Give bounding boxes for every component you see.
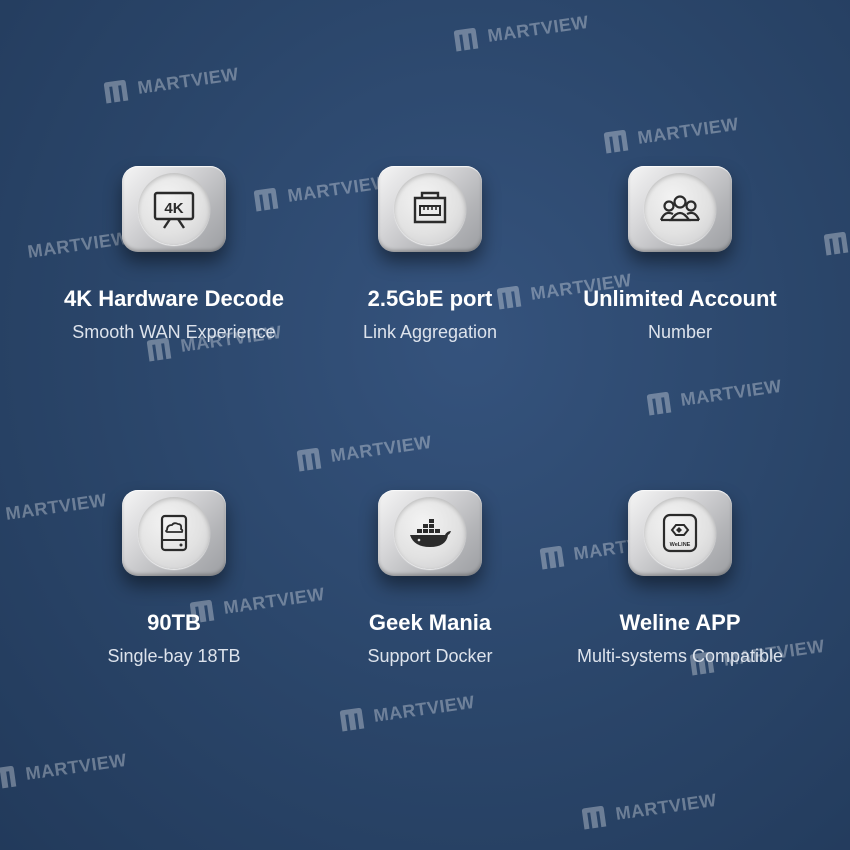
watermark-text: MARTVIEW: [329, 431, 433, 466]
key-face: [394, 173, 466, 245]
martview-logo-icon: [103, 79, 129, 104]
watermark: MARTVIEW: [100, 61, 240, 106]
feature-subtitle: Link Aggregation: [362, 322, 498, 342]
watermark: MARTVIEW: [643, 373, 783, 418]
martview-logo-icon: [296, 447, 322, 472]
feature-subtitle: Support Docker: [367, 646, 493, 666]
watermark-text: MARTVIEW: [136, 63, 240, 98]
feature-subtitle: Multi-systems Compatible: [576, 646, 784, 666]
4k-tv-icon: 4K: [153, 191, 195, 229]
feature-title: 4K Hardware Decode: [63, 286, 285, 311]
ethernet-port-icon: [413, 191, 447, 224]
watermark: MARTVIEW: [578, 787, 718, 832]
watermark-text: MARTVIEW: [679, 375, 783, 410]
martview-logo-icon: [823, 231, 849, 256]
watermark-text: MARTVIEW: [486, 11, 590, 46]
watermark: [820, 228, 850, 258]
feature-key: [378, 490, 482, 576]
cloud-drive-icon: [160, 514, 188, 552]
feature-storage: 90TB Single-bay 18TB: [44, 490, 304, 667]
watermark-text: MARTVIEW: [372, 691, 476, 726]
feature-title: 2.5GbE port: [367, 286, 493, 311]
feature-title: Weline APP: [619, 610, 741, 635]
feature-docker: Geek Mania Support Docker: [300, 490, 560, 667]
feature-4k-decode: 4K 4K Hardware Decode Smooth WAN Experie…: [44, 166, 304, 343]
feature-key: WeLINE: [628, 490, 732, 576]
martview-logo-icon: [646, 391, 672, 416]
watermark-text: MARTVIEW: [636, 113, 740, 148]
watermark: MARTVIEW: [0, 747, 128, 792]
watermark: MARTVIEW: [600, 111, 740, 156]
weline-icon-label: WeLINE: [670, 542, 691, 548]
watermark: MARTVIEW: [450, 9, 590, 54]
feature-subtitle: Smooth WAN Experience: [72, 322, 276, 342]
martview-logo-icon: [453, 27, 479, 52]
feature-title: Geek Mania: [368, 610, 492, 635]
key-face: [394, 497, 466, 569]
watermark-layer: MARTVIEW MARTVIEW MARTVIEW MARTVIEW MART…: [0, 0, 850, 850]
key-face: [138, 497, 210, 569]
feature-title: Unlimited Account: [583, 286, 777, 311]
martview-logo-icon: [603, 129, 629, 154]
feature-subtitle: Single-bay 18TB: [107, 646, 241, 666]
feature-unlimited-account: Unlimited Account Number: [550, 166, 810, 343]
watermark-text: MARTVIEW: [614, 789, 718, 824]
feature-key: [122, 490, 226, 576]
feature-key: 4K: [122, 166, 226, 252]
weline-app-icon: WeLINE: [662, 513, 698, 553]
feature-title: 90TB: [147, 610, 201, 635]
docker-whale-icon: [410, 519, 451, 547]
watermark: MARTVIEW: [293, 429, 433, 474]
martview-logo-icon: [339, 707, 365, 732]
martview-logo-icon: [0, 765, 17, 790]
feature-key: [628, 166, 732, 252]
feature-key: [378, 166, 482, 252]
key-face: 4K: [138, 173, 210, 245]
key-face: [644, 173, 716, 245]
user-group-icon: [659, 195, 701, 222]
martview-logo-icon: [581, 805, 607, 830]
svg-text:4K: 4K: [164, 200, 183, 217]
watermark-text: MARTVIEW: [24, 749, 128, 784]
feature-ethernet-port: 2.5GbE port Link Aggregation: [300, 166, 560, 343]
feature-weline-app: WeLINE Weline APP Multi-systems Compatib…: [550, 490, 810, 667]
feature-subtitle: Number: [647, 322, 713, 342]
watermark: MARTVIEW: [336, 689, 476, 734]
key-face: WeLINE: [644, 497, 716, 569]
